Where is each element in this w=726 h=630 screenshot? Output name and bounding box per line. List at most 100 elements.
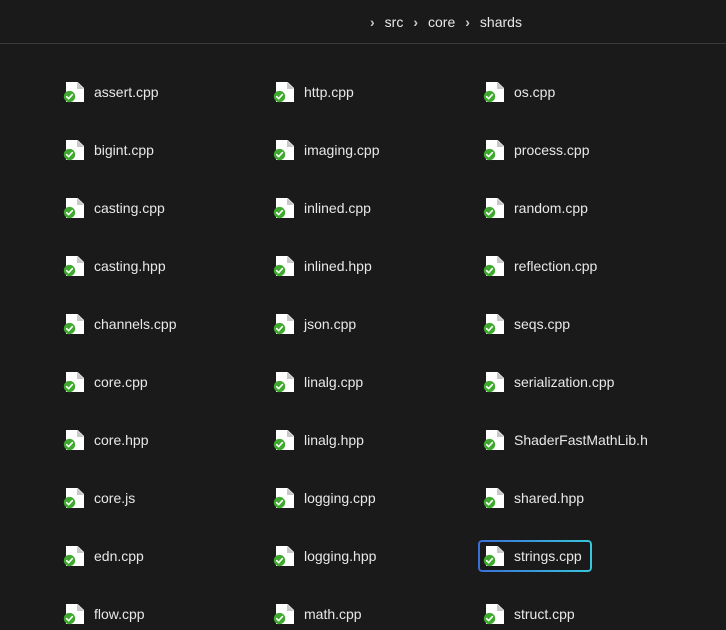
file-label: core.cpp <box>94 374 148 390</box>
file-icon <box>276 604 294 624</box>
file-item[interactable]: casting.hpp <box>58 250 174 282</box>
file-item[interactable]: random.cpp <box>478 192 596 224</box>
file-item[interactable]: json.cpp <box>268 308 364 340</box>
file-item[interactable]: inlined.cpp <box>268 192 379 224</box>
checkmark-badge-icon <box>483 380 496 393</box>
file-label: logging.hpp <box>304 548 376 564</box>
breadcrumb-sep: › <box>413 14 418 30</box>
file-item[interactable]: imaging.cpp <box>268 134 388 166</box>
file-label: core.js <box>94 490 135 506</box>
file-label: casting.cpp <box>94 200 165 216</box>
checkmark-badge-icon <box>483 148 496 161</box>
file-item[interactable]: casting.cpp <box>58 192 173 224</box>
file-icon <box>276 314 294 334</box>
file-label: os.cpp <box>514 84 555 100</box>
file-label: casting.hpp <box>94 258 166 274</box>
checkmark-badge-icon <box>483 438 496 451</box>
file-icon <box>486 140 504 160</box>
file-item[interactable]: linalg.cpp <box>268 366 371 398</box>
file-icon <box>66 546 84 566</box>
file-item[interactable]: ShaderFastMathLib.h <box>478 424 656 456</box>
file-icon <box>66 430 84 450</box>
file-icon <box>486 488 504 508</box>
file-label: bigint.cpp <box>94 142 154 158</box>
file-item[interactable]: strings.cpp <box>478 540 592 572</box>
file-item[interactable]: bigint.cpp <box>58 134 162 166</box>
file-label: core.hpp <box>94 432 148 448</box>
file-item[interactable]: core.hpp <box>58 424 156 456</box>
file-label: flow.cpp <box>94 606 145 622</box>
file-icon <box>486 82 504 102</box>
file-label: inlined.hpp <box>304 258 372 274</box>
checkmark-badge-icon <box>273 554 286 567</box>
checkmark-badge-icon <box>63 496 76 509</box>
file-label: inlined.cpp <box>304 200 371 216</box>
file-item[interactable]: shared.hpp <box>478 482 592 514</box>
file-icon <box>486 372 504 392</box>
file-label: process.cpp <box>514 142 589 158</box>
checkmark-badge-icon <box>63 264 76 277</box>
file-item[interactable]: core.cpp <box>58 366 156 398</box>
file-item[interactable]: math.cpp <box>268 598 370 630</box>
checkmark-badge-icon <box>273 612 286 625</box>
file-item[interactable]: logging.hpp <box>268 540 384 572</box>
file-icon <box>66 604 84 624</box>
checkmark-badge-icon <box>273 206 286 219</box>
file-icon <box>486 256 504 276</box>
breadcrumb-sep: › <box>465 14 470 30</box>
file-label: random.cpp <box>514 200 588 216</box>
file-item[interactable]: inlined.hpp <box>268 250 380 282</box>
file-label: reflection.cpp <box>514 258 597 274</box>
file-label: logging.cpp <box>304 490 376 506</box>
file-label: linalg.hpp <box>304 432 364 448</box>
breadcrumb-segment-core[interactable]: core <box>428 14 455 30</box>
file-icon <box>486 314 504 334</box>
file-item[interactable]: os.cpp <box>478 76 563 108</box>
checkmark-badge-icon <box>63 206 76 219</box>
file-icon <box>276 488 294 508</box>
file-item[interactable]: seqs.cpp <box>478 308 578 340</box>
file-icon <box>276 82 294 102</box>
file-icon <box>276 546 294 566</box>
file-label: ShaderFastMathLib.h <box>514 432 648 448</box>
file-icon <box>66 372 84 392</box>
file-item[interactable]: struct.cpp <box>478 598 583 630</box>
file-icon <box>66 198 84 218</box>
file-column: os.cpp process.cpp random.cpp reflection.cp… <box>478 76 688 630</box>
checkmark-badge-icon <box>273 380 286 393</box>
file-label: seqs.cpp <box>514 316 570 332</box>
file-item[interactable]: serialization.cpp <box>478 366 622 398</box>
file-icon <box>486 198 504 218</box>
file-icon <box>486 604 504 624</box>
breadcrumb-segment-shards[interactable]: shards <box>480 14 522 30</box>
checkmark-badge-icon <box>273 438 286 451</box>
checkmark-badge-icon <box>63 612 76 625</box>
file-item[interactable]: assert.cpp <box>58 76 167 108</box>
file-icon <box>66 140 84 160</box>
file-item[interactable]: edn.cpp <box>58 540 152 572</box>
file-item[interactable]: process.cpp <box>478 134 597 166</box>
file-item[interactable]: linalg.hpp <box>268 424 372 456</box>
checkmark-badge-icon <box>483 206 496 219</box>
checkmark-badge-icon <box>273 148 286 161</box>
breadcrumb-segment-src[interactable]: src <box>385 14 404 30</box>
file-item[interactable]: reflection.cpp <box>478 250 605 282</box>
file-item[interactable]: channels.cpp <box>58 308 185 340</box>
file-grid: assert.cpp bigint.cpp casting.cpp casting.h… <box>0 44 726 630</box>
file-item[interactable]: core.js <box>58 482 143 514</box>
file-icon <box>276 430 294 450</box>
file-column: assert.cpp bigint.cpp casting.cpp casting.h… <box>58 76 268 630</box>
file-item[interactable]: http.cpp <box>268 76 362 108</box>
file-label: serialization.cpp <box>514 374 614 390</box>
file-label: http.cpp <box>304 84 354 100</box>
checkmark-badge-icon <box>273 90 286 103</box>
file-label: struct.cpp <box>514 606 575 622</box>
file-item[interactable]: logging.cpp <box>268 482 384 514</box>
checkmark-badge-icon <box>63 438 76 451</box>
file-item[interactable]: flow.cpp <box>58 598 153 630</box>
checkmark-badge-icon <box>63 380 76 393</box>
file-icon <box>276 140 294 160</box>
file-icon <box>66 314 84 334</box>
file-icon <box>486 430 504 450</box>
checkmark-badge-icon <box>483 322 496 335</box>
